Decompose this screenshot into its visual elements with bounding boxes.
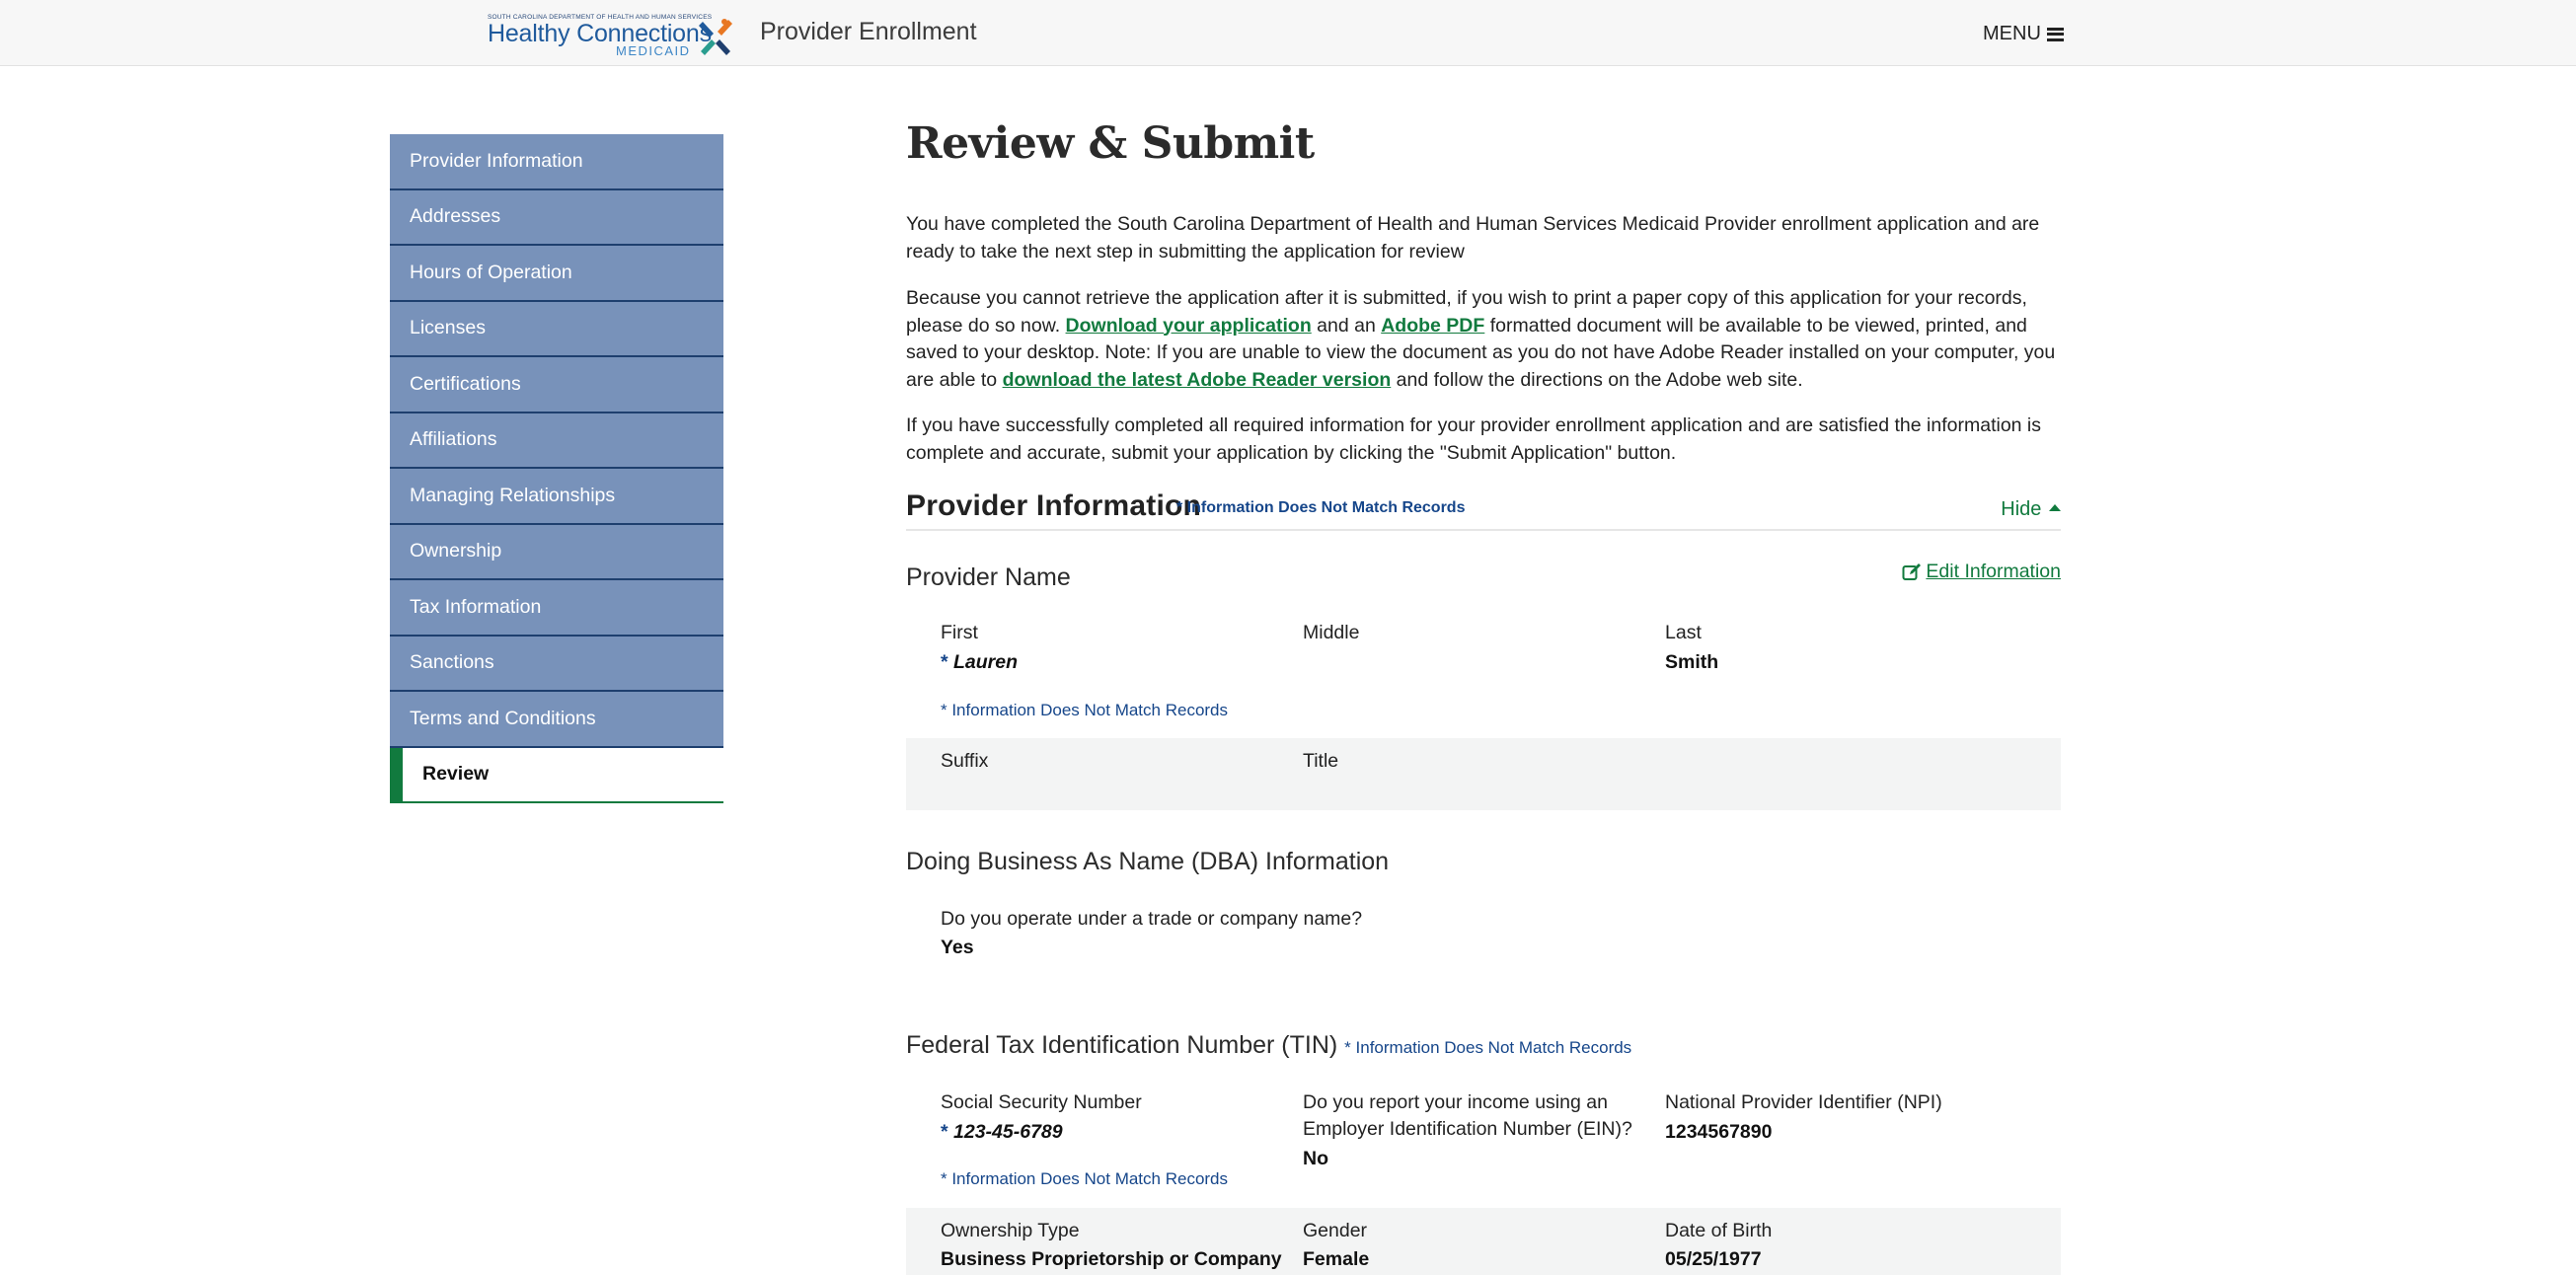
ssn-label: Social Security Number xyxy=(941,1091,1142,1113)
sidebar-item-provider-information[interactable]: Provider Information xyxy=(390,134,723,190)
tin-heading: Federal Tax Identification Number (TIN) … xyxy=(906,1031,1631,1060)
edit-icon xyxy=(1902,562,1922,580)
download-text-b: and an xyxy=(1311,314,1382,337)
sidebar-item-licenses[interactable]: Licenses xyxy=(390,301,723,357)
dob-label: Date of Birth xyxy=(1665,1220,1773,1241)
download-text-d: and follow the directions on the Adobe w… xyxy=(1391,368,1803,391)
first-name-text: Lauren xyxy=(953,651,1019,673)
section-mismatch-note: * Information Does Not Match Records xyxy=(1176,499,1466,516)
edit-information-label: Edit Information xyxy=(1926,561,2061,582)
sidebar-item-addresses[interactable]: Addresses xyxy=(390,189,723,246)
ownership-type-label: Ownership Type xyxy=(941,1220,1080,1241)
mismatch-star: * xyxy=(941,651,954,673)
sidebar-item-terms-and-conditions[interactable]: Terms and Conditions xyxy=(390,692,723,748)
provider-name-heading: Provider Name xyxy=(906,563,1071,591)
last-name-label: Last xyxy=(1665,622,1702,643)
logo-x-mark-icon xyxy=(699,19,732,55)
hamburger-icon xyxy=(2046,27,2064,41)
top-header: SOUTH CAROLINA DEPARTMENT OF HEALTH AND … xyxy=(0,0,2576,66)
download-application-link[interactable]: Download your application xyxy=(1066,315,1312,337)
sidebar-item-hours-of-operation[interactable]: Hours of Operation xyxy=(390,246,723,302)
first-name-value: * Lauren xyxy=(941,651,1018,674)
tin-mismatch-inline: * Information Does Not Match Records xyxy=(1344,1038,1632,1057)
sidebar-item-sanctions[interactable]: Sanctions xyxy=(390,636,723,692)
section-title: Provider Information xyxy=(906,489,1202,522)
dba-heading: Doing Business As Name (DBA) Information xyxy=(906,848,1390,875)
sidebar-item-managing-relationships[interactable]: Managing Relationships xyxy=(390,469,723,525)
dba-question: Do you operate under a trade or company … xyxy=(941,908,1363,930)
sidebar-item-ownership[interactable]: Ownership xyxy=(390,524,723,580)
menu-button[interactable]: MENU xyxy=(1983,23,2064,45)
mismatch-star: * xyxy=(941,1121,954,1143)
adobe-pdf-link[interactable]: Adobe PDF xyxy=(1381,315,1484,337)
sidebar-item-affiliations[interactable]: Affiliations xyxy=(390,412,723,469)
ein-question-line-1: Do you report your income using an xyxy=(1303,1091,1608,1113)
ein-answer: No xyxy=(1303,1148,1328,1169)
healthy-connections-logo[interactable]: SOUTH CAROLINA DEPARTMENT OF HEALTH AND … xyxy=(488,14,734,58)
last-name-value: Smith xyxy=(1665,651,1719,673)
npi-value: 1234567890 xyxy=(1665,1121,1773,1143)
title-label: Title xyxy=(1303,750,1339,772)
ssn-value: * 123-45-6789 xyxy=(941,1121,1063,1144)
npi-label: National Provider Identifier (NPI) xyxy=(1665,1091,1942,1113)
suffix-title-row xyxy=(906,738,2061,810)
dba-answer: Yes xyxy=(941,937,974,958)
adobe-reader-download-link[interactable]: download the latest Adobe Reader version xyxy=(1003,369,1392,391)
edit-information-link[interactable]: Edit Information xyxy=(1902,561,2061,583)
dob-value: 05/25/1977 xyxy=(1665,1248,1762,1270)
intro-paragraph: You have completed the South Carolina De… xyxy=(906,213,2040,262)
sidebar-item-tax-information[interactable]: Tax Information xyxy=(390,580,723,637)
middle-name-label: Middle xyxy=(1303,622,1360,643)
menu-label: MENU xyxy=(1983,23,2041,44)
sidebar-item-review[interactable]: Review xyxy=(390,747,723,803)
sidebar-nav: Provider Information Addresses Hours of … xyxy=(390,134,723,803)
ssn-mismatch-note: * Information Does Not Match Records xyxy=(941,1169,1229,1188)
hide-label: Hide xyxy=(2001,498,2042,520)
provider-information-section-header: Provider Information * Information Does … xyxy=(906,489,2061,531)
app-title: Provider Enrollment xyxy=(760,18,977,45)
ssn-text: 123-45-6789 xyxy=(953,1121,1063,1143)
ownership-type-value: Business Proprietorship or Company xyxy=(941,1248,1282,1270)
first-name-mismatch-note: * Information Does Not Match Records xyxy=(941,701,1229,719)
hide-section-toggle[interactable]: Hide xyxy=(2001,498,2061,521)
sidebar-item-certifications[interactable]: Certifications xyxy=(390,357,723,413)
logo-medicaid-text: MEDICAID xyxy=(616,43,691,58)
caret-up-icon xyxy=(2049,504,2061,511)
first-name-label: First xyxy=(941,622,978,643)
download-paragraph: Because you cannot retrieve the applicat… xyxy=(906,285,2061,394)
page-title: Review & Submit xyxy=(906,118,1315,169)
main-content: Review & Submit You have completed the S… xyxy=(906,118,2061,1275)
submit-instructions-paragraph: If you have successfully completed all r… xyxy=(906,414,2042,464)
ein-question-line-2: Employer Identification Number (EIN)? xyxy=(1303,1118,1632,1140)
suffix-label: Suffix xyxy=(941,750,989,772)
gender-value: Female xyxy=(1303,1248,1370,1270)
tin-heading-text: Federal Tax Identification Number (TIN) xyxy=(906,1031,1338,1059)
gender-label: Gender xyxy=(1303,1220,1368,1241)
